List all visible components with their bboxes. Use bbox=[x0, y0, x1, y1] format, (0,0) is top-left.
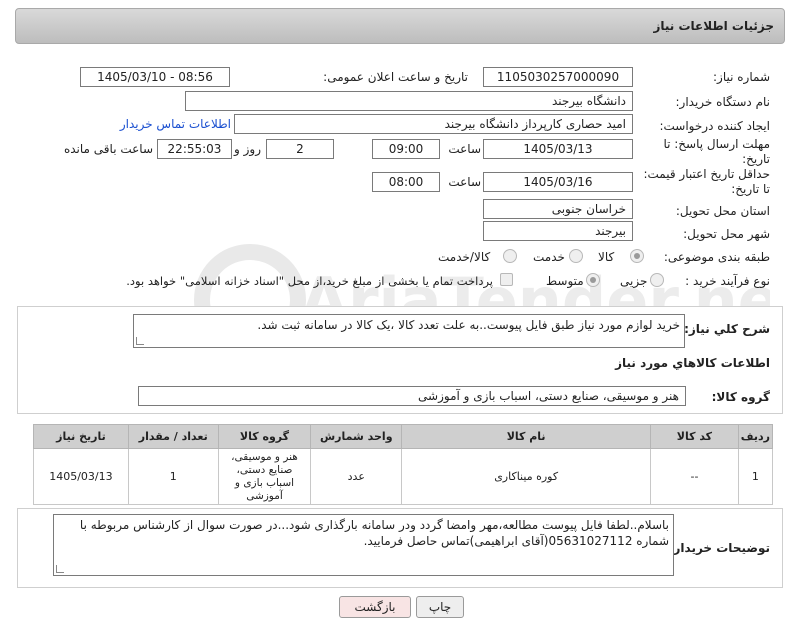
col-header-name: نام کالا bbox=[401, 424, 652, 449]
deadline-label-2: تاریخ: bbox=[742, 152, 770, 166]
validity-time-field: 08:00 bbox=[372, 172, 440, 192]
treasury-payment-note: پرداخت تمام یا بخشی از مبلغ خرید،از محل … bbox=[126, 274, 493, 288]
goods-group-label: گروه کالا: bbox=[711, 390, 770, 404]
col-header-date: تاریخ نیاز bbox=[33, 424, 129, 449]
treasury-payment-checkbox[interactable] bbox=[500, 273, 513, 286]
details-header: جزئیات اطلاعات نیاز bbox=[15, 8, 785, 44]
deadline-label: مهلت ارسال پاسخ: تا bbox=[663, 137, 770, 151]
creator-label: ایجاد کننده درخواست: bbox=[659, 119, 770, 133]
deadline-time-label: ساعت bbox=[448, 142, 481, 156]
buyer-label: نام دستگاه خریدار: bbox=[675, 95, 771, 109]
days-field: 2 bbox=[266, 139, 334, 159]
category-option-service: خدمت bbox=[533, 250, 565, 264]
category-radio-service[interactable] bbox=[569, 249, 583, 263]
goods-section-title: اطلاعات کالاهاي مورد نياز bbox=[615, 356, 770, 370]
category-option-both: کالا/خدمت bbox=[438, 250, 491, 264]
buyer-notes-textarea[interactable]: باسلام..لطفا فایل پیوست مطالعه،مهر وامضا… bbox=[53, 514, 674, 576]
cell-name: کوره میناکاری bbox=[401, 448, 652, 505]
remaining-time-field: 22:55:03 bbox=[157, 139, 232, 159]
days-label: روز و bbox=[234, 142, 261, 156]
process-radio-minor[interactable] bbox=[650, 273, 664, 287]
cell-group: هنر و موسیقی، صنایع دستی، اسباب بازی و آ… bbox=[217, 448, 312, 505]
city-label: شهر محل تحویل: bbox=[683, 227, 770, 241]
col-header-code: کد کالا bbox=[650, 424, 739, 449]
col-header-unit: واحد شمارش bbox=[310, 424, 403, 449]
creator-field: امید حصاری کارپرداز دانشگاه بیرجند bbox=[234, 114, 633, 134]
process-label: نوع فرآیند خرید : bbox=[685, 274, 770, 288]
contact-info-link[interactable]: اطلاعات تماس خریدار bbox=[120, 117, 231, 131]
cell-unit: عدد bbox=[310, 448, 403, 505]
validity-label: حداقل تاریخ اعتبار قیمت: bbox=[643, 167, 770, 181]
cell-code: -- bbox=[650, 448, 739, 505]
goods-group-field: هنر و موسیقی، صنایع دستی، اسباب بازی و آ… bbox=[138, 386, 686, 406]
deadline-time-field: 09:00 bbox=[372, 139, 440, 159]
buyer-notes-label: توضیحات خریدار: bbox=[668, 541, 770, 555]
validity-date-field: 1405/03/16 bbox=[483, 172, 633, 192]
summary-text: خرید لوازم مورد نیاز طبق فایل پیوست..به … bbox=[257, 318, 680, 332]
process-option-minor: جزیی bbox=[620, 274, 648, 288]
items-table: ردیف کد کالا نام کالا واحد شمارش گروه کا… bbox=[33, 424, 774, 505]
cell-qty: 1 bbox=[127, 448, 219, 505]
col-header-qty: تعداد / مقدار bbox=[127, 424, 219, 449]
col-header-row-number: ردیف bbox=[737, 424, 774, 449]
remaining-label: ساعت باقی مانده bbox=[63, 142, 153, 156]
cell-date: 1405/03/13 bbox=[33, 448, 129, 505]
summary-label: شرح کلي نياز: bbox=[684, 322, 770, 336]
city-field: بیرجند bbox=[483, 221, 633, 241]
need-number-field: 1105030257000090 bbox=[483, 67, 633, 87]
category-radio-both[interactable] bbox=[503, 249, 517, 263]
summary-textarea[interactable]: خرید لوازم مورد نیاز طبق فایل پیوست..به … bbox=[133, 314, 685, 348]
col-header-group: گروه کالا bbox=[217, 424, 312, 449]
process-radio-medium[interactable] bbox=[586, 273, 600, 287]
validity-label-2: تا تاریخ: bbox=[731, 182, 770, 196]
category-radio-goods[interactable] bbox=[630, 249, 644, 263]
buyer-notes-text: باسلام..لطفا فایل پیوست مطالعه،مهر وامضا… bbox=[79, 518, 669, 548]
print-button[interactable]: چاپ bbox=[416, 596, 464, 618]
province-field: خراسان جنوبی bbox=[483, 199, 633, 219]
announce-label: تاریخ و ساعت اعلان عمومی: bbox=[323, 70, 468, 84]
announce-field: 1405/03/10 - 08:56 bbox=[80, 67, 230, 87]
resize-grip-icon[interactable] bbox=[56, 565, 64, 573]
page-title: جزئیات اطلاعات نیاز bbox=[653, 19, 774, 33]
table-row[interactable]: 1 -- کوره میناکاری عدد هنر و موسیقی، صنا… bbox=[33, 448, 774, 505]
back-button[interactable]: بازگشت bbox=[339, 596, 411, 618]
process-option-medium: متوسط bbox=[546, 274, 584, 288]
validity-time-label: ساعت bbox=[448, 175, 481, 189]
table-header-row: ردیف کد کالا نام کالا واحد شمارش گروه کا… bbox=[33, 424, 774, 449]
category-option-goods: کالا bbox=[598, 250, 615, 264]
cell-row-number: 1 bbox=[737, 448, 774, 505]
need-number-label: شماره نیاز: bbox=[713, 70, 770, 84]
deadline-date-field: 1405/03/13 bbox=[483, 139, 633, 159]
buyer-field: دانشگاه بیرجند bbox=[185, 91, 633, 111]
category-label: طبقه بندی موضوعی: bbox=[663, 250, 770, 264]
resize-grip-icon[interactable] bbox=[136, 337, 144, 345]
province-label: استان محل تحویل: bbox=[675, 204, 770, 218]
